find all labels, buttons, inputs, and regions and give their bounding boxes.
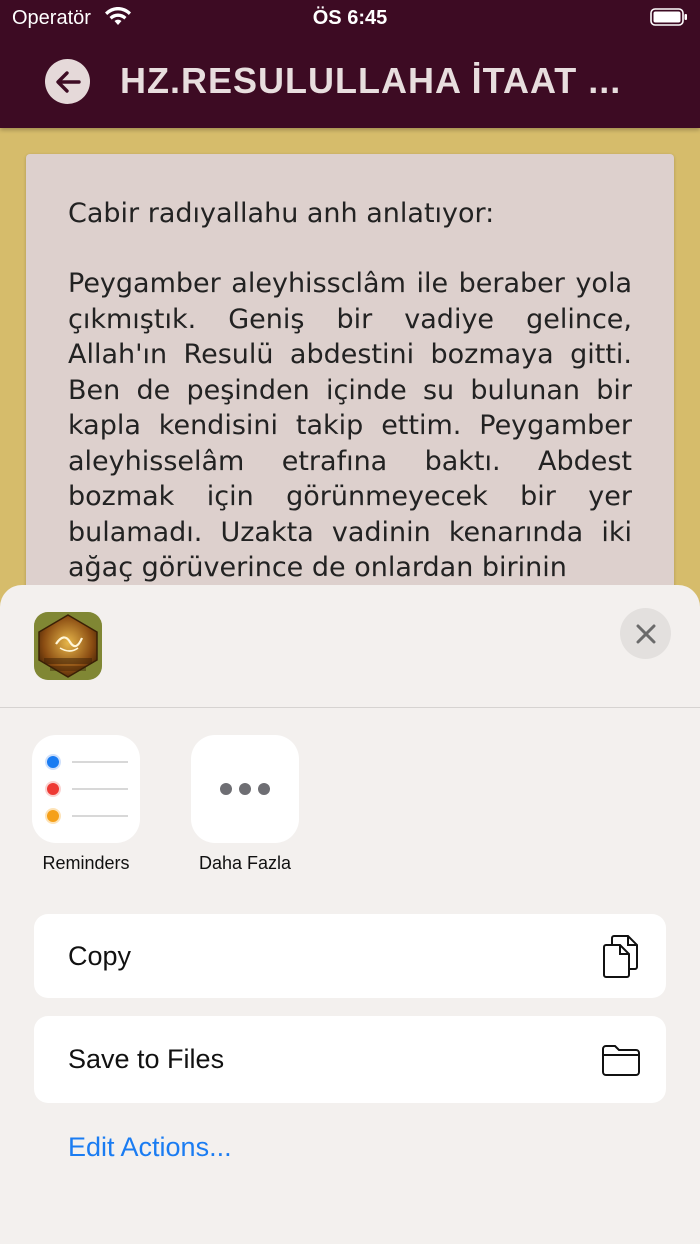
app-logo	[34, 612, 102, 680]
copy-label: Copy	[68, 941, 132, 971]
share-app-label: Reminders	[42, 853, 130, 873]
page-title: HZ.RESULULLAHA İTAAT ...	[120, 60, 622, 101]
article-heading: Cabir radıyallahu anh anlatıyor:	[68, 198, 495, 229]
reminders-icon	[32, 735, 140, 843]
edit-actions-link[interactable]: Edit Actions...	[68, 1132, 232, 1163]
back-button[interactable]	[45, 59, 90, 104]
share-app-more[interactable]: Daha Fazla	[190, 735, 300, 874]
arrow-left-icon	[55, 70, 81, 93]
clock: ÖS 6:45	[312, 7, 388, 29]
divider	[0, 707, 700, 708]
share-sheet: Reminders Daha Fazla Copy Save to Files	[0, 585, 700, 1244]
copy-icon	[603, 935, 638, 978]
status-bar: Operatör ÖS 6:45	[0, 0, 700, 36]
close-icon	[636, 624, 655, 643]
battery-icon	[650, 8, 687, 26]
navigation-bar: Operatör ÖS 6:45 HZ.RESULULLAHA İTAAT ..…	[0, 0, 700, 128]
folder-icon	[602, 1045, 640, 1076]
app-icon	[34, 612, 102, 680]
share-app-label: Daha Fazla	[198, 853, 292, 873]
article-body: Peygamber aleyhissclâm ile beraber yola …	[68, 268, 632, 583]
save-to-files-label: Save to Files	[68, 1044, 225, 1074]
more-icon	[191, 735, 299, 843]
close-button[interactable]	[620, 608, 671, 659]
share-app-reminders[interactable]: Reminders	[31, 735, 141, 874]
copy-action[interactable]: Copy	[34, 914, 666, 998]
save-to-files-action[interactable]: Save to Files	[34, 1016, 666, 1103]
